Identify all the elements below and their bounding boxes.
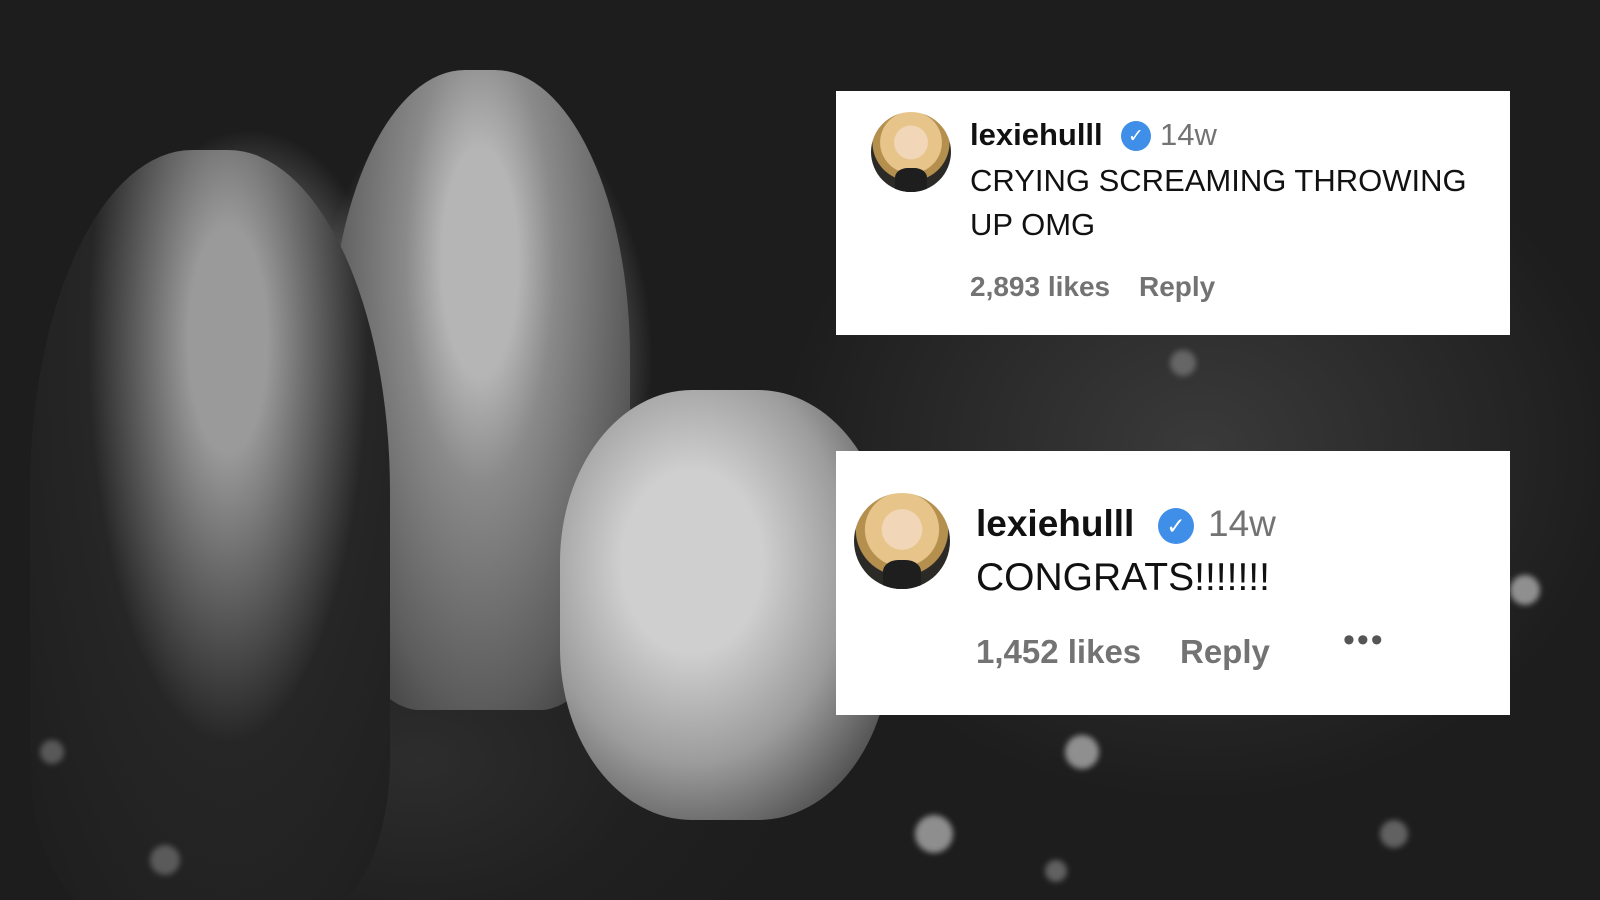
comment-card: lexiehulll ✓ 14w CONGRATS!!!!!!! 1,452 l… (836, 451, 1510, 715)
reply-button[interactable]: Reply (1139, 271, 1215, 303)
verified-badge-icon: ✓ (1158, 508, 1194, 544)
timestamp: 14w (1208, 503, 1276, 544)
bokeh-light (1065, 735, 1099, 769)
verified-badge-icon: ✓ (1121, 121, 1151, 151)
avatar[interactable] (854, 493, 950, 589)
bokeh-light (40, 740, 64, 764)
bokeh-light (1045, 860, 1067, 882)
likes-count[interactable]: 1,452 likes (976, 633, 1141, 671)
bokeh-light (1380, 820, 1408, 848)
username[interactable]: lexiehulll (970, 117, 1103, 153)
photo-figure-man (30, 150, 390, 900)
likes-count[interactable]: 2,893 likes (970, 271, 1110, 303)
timestamp: 14w (1160, 117, 1217, 152)
bokeh-light (1170, 350, 1196, 376)
comment-text: CONGRATS!!!!!!! (976, 556, 1270, 599)
username[interactable]: lexiehulll (976, 503, 1134, 545)
comment-text: CRYING SCREAMING THROWING UP OMG (970, 163, 1467, 242)
bokeh-light (150, 845, 180, 875)
bokeh-light (1510, 575, 1540, 605)
avatar[interactable] (871, 112, 951, 192)
comment-card: lexiehulll ✓ 14w CRYING SCREAMING THROWI… (836, 91, 1510, 335)
reply-button[interactable]: Reply (1180, 633, 1270, 671)
bokeh-light (915, 815, 953, 853)
more-options-icon[interactable]: ••• (1343, 621, 1385, 660)
